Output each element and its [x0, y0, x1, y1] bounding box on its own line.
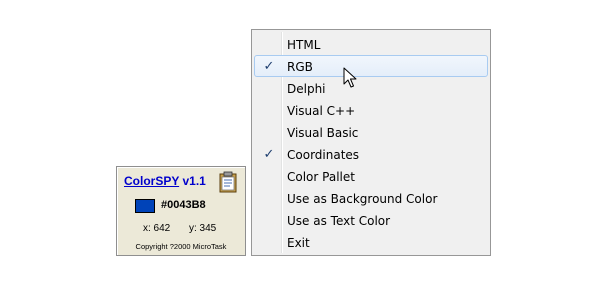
menu-item-visual-cpp[interactable]: Visual C++	[254, 99, 488, 121]
menu-item-delphi[interactable]: Delphi	[254, 77, 488, 99]
mouse-pointer-icon	[343, 67, 357, 88]
menu-item-label: Use as Text Color	[287, 214, 391, 228]
colorspy-window[interactable]: ColorSPY v1.1 #0043B8 x: 642 y: 345 Copy…	[116, 166, 246, 256]
menu-item-exit[interactable]: Exit	[254, 231, 488, 253]
menu-item-label: Visual Basic	[287, 126, 359, 140]
menu-item-use-as-text-color[interactable]: Use as Text Color	[254, 209, 488, 231]
menu-item-rgb[interactable]: ✓ RGB	[254, 55, 488, 77]
x-coordinate: x: 642	[143, 223, 171, 234]
app-name-link[interactable]: ColorSPY	[124, 174, 179, 188]
copyright-text: Copyright ?2000 MicroTask	[135, 242, 227, 251]
menu-item-html[interactable]: HTML	[254, 33, 488, 55]
menu-item-color-pallet[interactable]: Color Pallet	[254, 165, 488, 187]
menu-item-label: Color Pallet	[287, 170, 355, 184]
menu-item-coordinates[interactable]: ✓ Coordinates	[254, 143, 488, 165]
menu-item-label: Use as Background Color	[287, 192, 438, 206]
menu-item-label: Visual C++	[287, 104, 356, 118]
menu-item-label: RGB	[287, 60, 313, 74]
widget-title: ColorSPY v1.1	[124, 174, 206, 188]
check-icon: ✓	[263, 147, 275, 162]
context-menu: HTML ✓ RGB Delphi Visual C++ Visual Basi…	[251, 29, 491, 256]
app-version: v1.1	[182, 174, 206, 188]
check-icon: ✓	[263, 59, 275, 74]
clipboard-icon[interactable]	[217, 171, 239, 193]
color-hex-value: #0043B8	[161, 199, 206, 211]
menu-item-use-as-background-color[interactable]: Use as Background Color	[254, 187, 488, 209]
menu-item-label: Exit	[287, 236, 310, 250]
menu-item-label: Coordinates	[287, 148, 360, 162]
menu-item-visual-basic[interactable]: Visual Basic	[254, 121, 488, 143]
screen: ColorSPY v1.1 #0043B8 x: 642 y: 345 Copy…	[0, 0, 614, 283]
menu-item-label: HTML	[287, 38, 321, 52]
color-swatch	[135, 199, 155, 213]
y-coordinate: y: 345	[189, 223, 217, 234]
menu-item-label: Delphi	[287, 82, 326, 96]
